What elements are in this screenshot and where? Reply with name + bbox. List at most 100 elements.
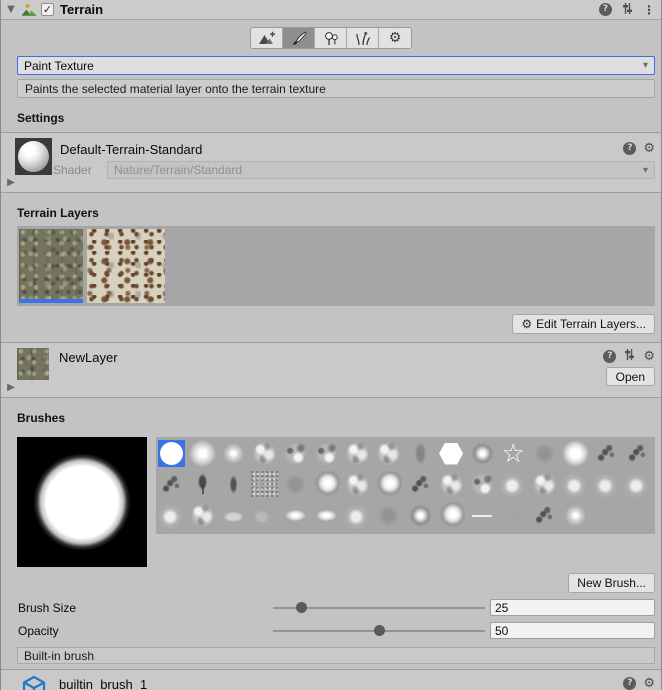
brush-thumbnail[interactable]: ☆ (500, 440, 527, 467)
brush-thumbnail[interactable] (220, 502, 247, 529)
brush-thumbnail[interactable] (189, 502, 216, 529)
help-icon[interactable]: ? (623, 677, 636, 690)
brush-thumbnail[interactable] (282, 471, 309, 498)
brush-thumbnail[interactable] (593, 471, 620, 498)
chevron-down-icon: ▾ (643, 60, 648, 71)
brush-thumbnail[interactable] (344, 471, 371, 498)
component-header: ▼ ✓ Terrain ? ⋮ (1, 0, 661, 20)
brush-thumbnail[interactable] (189, 471, 216, 498)
brush-thumbnail[interactable] (220, 440, 247, 467)
brush-thumbnail[interactable] (562, 502, 589, 529)
brush-thumbnail[interactable] (407, 502, 434, 529)
brush-thumbnail[interactable] (251, 471, 278, 498)
brush-thumbnail[interactable] (158, 471, 185, 498)
paint-tool-dropdown[interactable]: Paint Texture ▾ (17, 56, 655, 75)
component-enabled-checkbox[interactable]: ✓ (41, 3, 54, 16)
brush-thumbnail[interactable] (313, 440, 340, 467)
component-title: Terrain (60, 2, 595, 17)
tool-paint-trees[interactable] (315, 28, 347, 48)
brush-thumbnail[interactable] (313, 471, 340, 498)
slider-handle[interactable] (374, 625, 385, 636)
terrain-layer-editor-box: NewLayer ? ⚙ Open ▶ (1, 342, 661, 398)
opacity-label: Opacity (18, 624, 273, 638)
terrain-layer-foldout-icon[interactable]: ▶ (5, 382, 17, 393)
builtin-brush-bar: Built-in brush (17, 647, 655, 664)
brush-thumbnail[interactable] (469, 502, 496, 529)
brush-thumbnail[interactable] (375, 440, 402, 467)
presets-icon[interactable] (621, 2, 634, 18)
tool-create-neighbor-terrains[interactable] (251, 28, 283, 48)
brush-thumbnail[interactable] (500, 471, 527, 498)
brush-thumbnail[interactable] (531, 440, 558, 467)
gear-icon[interactable]: ⚙ (643, 677, 655, 690)
slider-handle[interactable] (296, 602, 307, 613)
foldout-expanded-icon[interactable]: ▼ (5, 4, 17, 15)
brush-preview-circle (17, 437, 147, 567)
brush-size-field[interactable] (490, 599, 655, 616)
tool-paint-details[interactable] (347, 28, 379, 48)
material-preview-sphere (18, 141, 49, 172)
help-icon[interactable]: ? (599, 3, 612, 16)
selected-layer-bar (19, 299, 83, 303)
opacity-slider[interactable] (273, 622, 485, 639)
brush-thumbnail[interactable] (469, 471, 496, 498)
brush-thumbnail[interactable] (251, 502, 278, 529)
tool-terrain-settings[interactable]: ⚙ (379, 28, 411, 48)
open-button[interactable]: Open (606, 367, 655, 386)
brush-preview (17, 437, 147, 567)
terrain-layer-thumbnail-rock[interactable] (87, 229, 165, 303)
brush-thumbnail[interactable] (593, 440, 620, 467)
brush-thumbnail[interactable] (562, 440, 589, 467)
gear-icon: ⚙ (521, 318, 532, 331)
brush-thumbnail[interactable] (158, 502, 185, 529)
brush-size-label: Brush Size (18, 601, 273, 615)
brush-thumbnail[interactable] (624, 440, 651, 467)
brush-thumbnail[interactable] (469, 440, 496, 467)
terrain-layer-thumbnail[interactable] (17, 348, 49, 380)
new-brush-label: New Brush... (577, 576, 646, 590)
edit-terrain-layers-button[interactable]: ⚙ Edit Terrain Layers... (512, 314, 655, 334)
brush-thumbnail[interactable] (158, 440, 185, 467)
brush-thumbnail[interactable] (251, 440, 278, 467)
brush-thumbnail[interactable] (282, 502, 309, 529)
brush-thumbnail[interactable] (344, 502, 371, 529)
brush-thumbnail[interactable] (438, 440, 465, 467)
terrain-layer-thumbnail-grass[interactable] (19, 229, 83, 303)
brush-thumbnail[interactable] (344, 440, 371, 467)
brush-thumbnail[interactable] (438, 502, 465, 529)
material-foldout-icon[interactable]: ▶ (5, 177, 17, 188)
brush-thumbnail[interactable] (624, 471, 651, 498)
opacity-field[interactable] (490, 622, 655, 639)
brush-thumbnail[interactable] (407, 440, 434, 467)
gear-icon[interactable]: ⚙ (643, 142, 655, 155)
new-brush-button[interactable]: New Brush... (568, 573, 655, 593)
brush-thumbnail[interactable] (375, 502, 402, 529)
brush-thumbnail[interactable] (189, 440, 216, 467)
help-icon[interactable]: ? (623, 142, 636, 155)
shader-label: Shader (53, 163, 99, 177)
brush-thumbnail[interactable] (438, 471, 465, 498)
paint-tool-dropdown-value: Paint Texture (24, 59, 643, 73)
help-icon[interactable]: ? (603, 350, 616, 363)
presets-icon[interactable] (623, 348, 636, 364)
builtin-brush-name: builtin_brush_1 (59, 675, 613, 690)
shader-dropdown-value: Nature/Terrain/Standard (114, 163, 643, 177)
terrain-component-icon (21, 2, 37, 18)
brush-thumbnail[interactable] (562, 471, 589, 498)
settings-section-label: Settings (17, 111, 661, 125)
brush-size-slider[interactable] (273, 599, 485, 616)
builtin-brush-bar-label: Built-in brush (24, 649, 94, 663)
tool-description-text: Paints the selected material layer onto … (25, 82, 326, 96)
brush-thumbnail[interactable] (531, 502, 558, 529)
material-preview[interactable] (15, 138, 52, 175)
gear-icon[interactable]: ⚙ (643, 350, 655, 363)
brush-thumbnail[interactable] (282, 440, 309, 467)
brush-thumbnail[interactable] (531, 471, 558, 498)
brush-thumbnail[interactable] (313, 502, 340, 529)
tool-paint-terrain[interactable] (283, 28, 315, 48)
brush-thumbnail[interactable] (375, 471, 402, 498)
brush-thumbnail[interactable] (220, 471, 247, 498)
kebab-menu-icon[interactable]: ⋮ (643, 3, 655, 17)
brush-thumbnail[interactable] (500, 502, 527, 529)
brush-thumbnail[interactable] (407, 471, 434, 498)
